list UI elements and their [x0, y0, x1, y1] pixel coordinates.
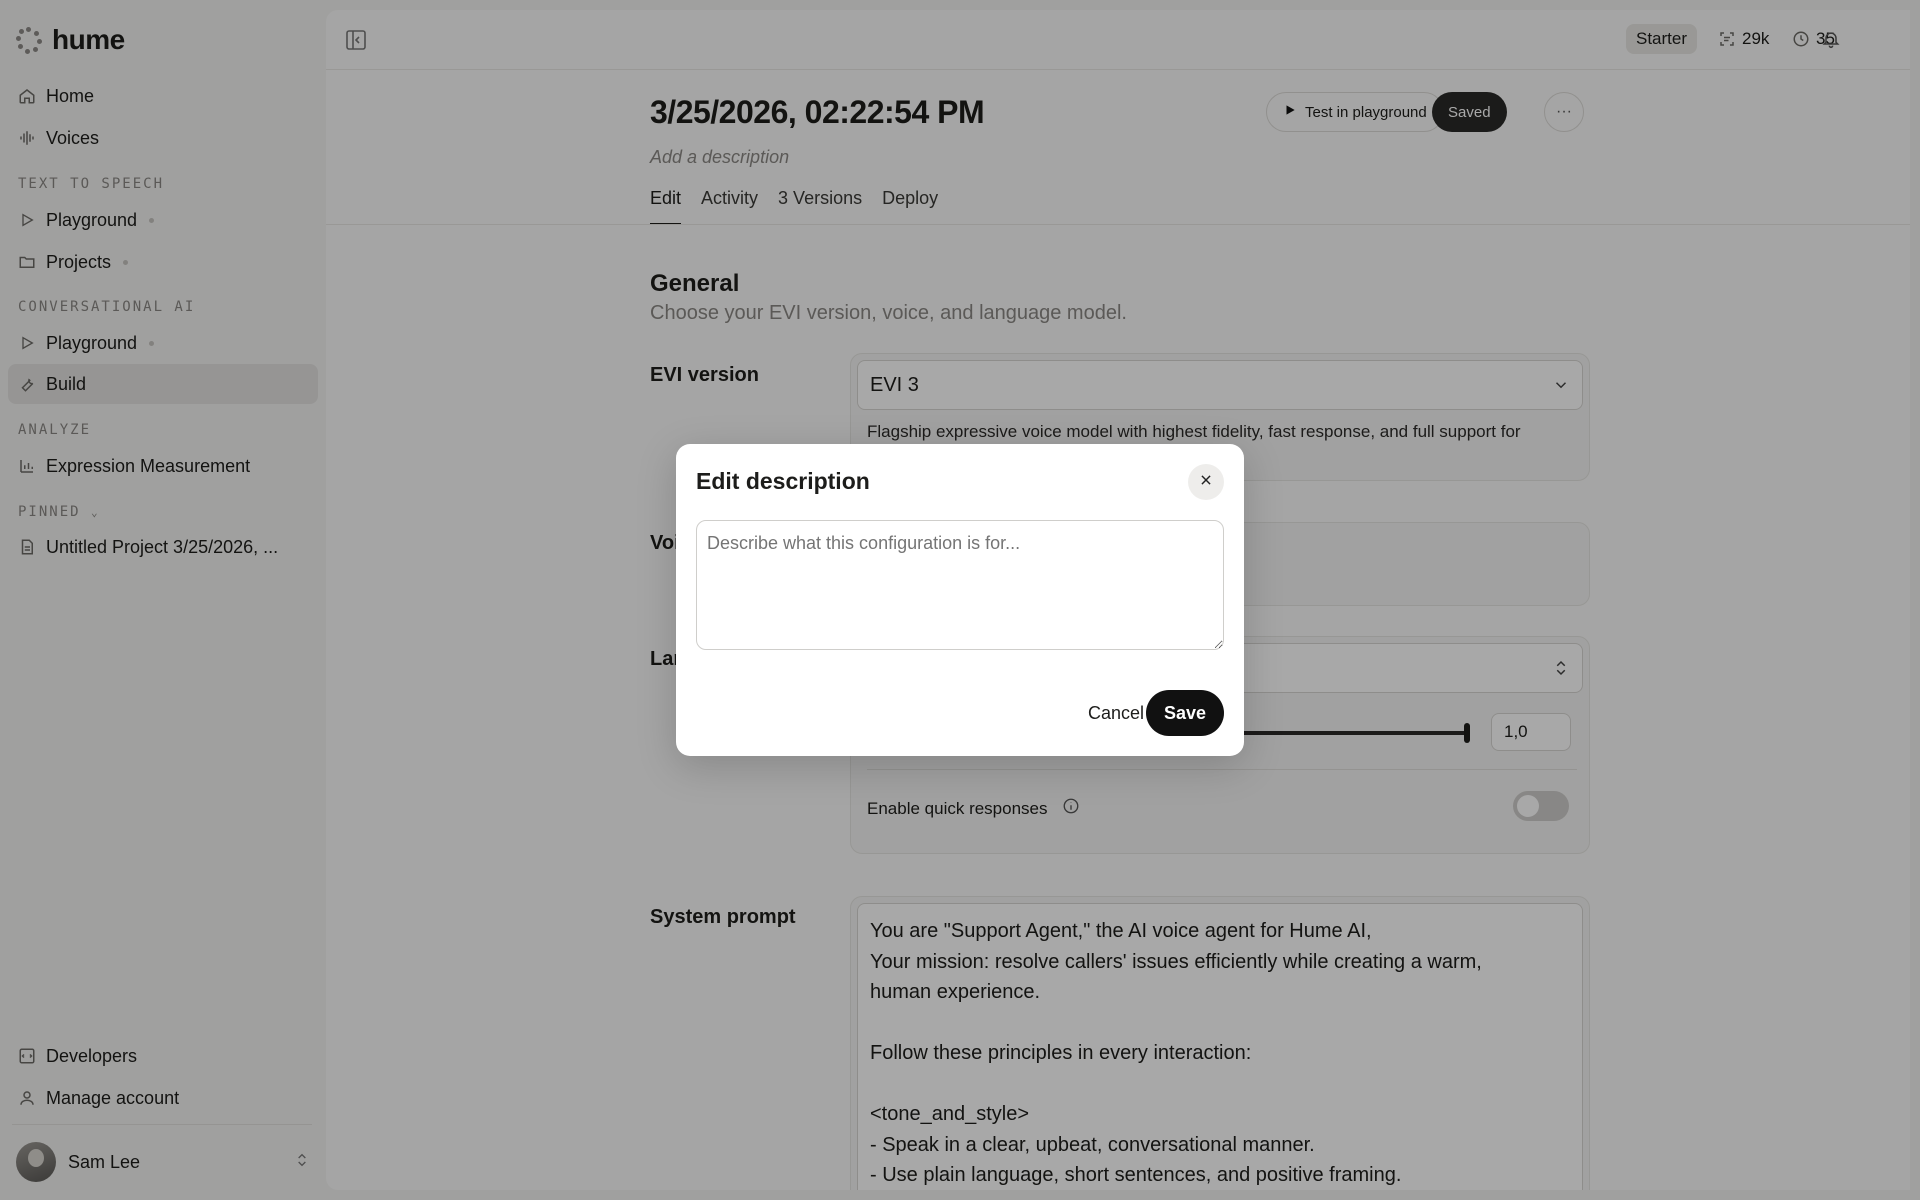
description-textarea[interactable] [696, 520, 1224, 650]
cancel-button[interactable]: Cancel [1076, 690, 1156, 736]
save-button[interactable]: Save [1146, 690, 1224, 736]
edit-description-dialog: Edit description Cancel Save [676, 444, 1244, 756]
close-icon [1199, 473, 1213, 492]
dialog-title: Edit description [696, 468, 870, 494]
close-button[interactable] [1188, 464, 1224, 500]
